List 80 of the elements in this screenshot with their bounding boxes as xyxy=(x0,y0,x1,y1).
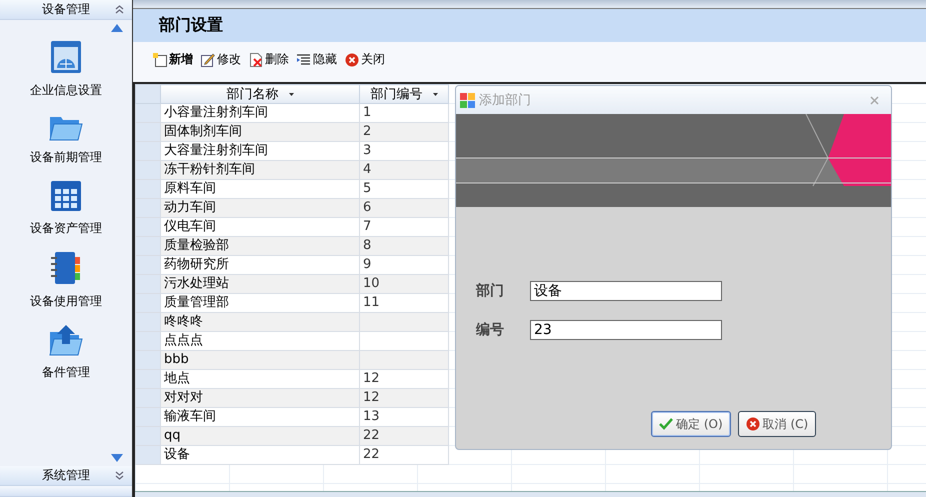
table-cell: 对对对 xyxy=(160,388,360,408)
table-cell: 6 xyxy=(360,198,448,218)
row-selector[interactable] xyxy=(136,408,160,426)
toolbar-button[interactable]: 隐藏 xyxy=(295,51,339,68)
row-selector[interactable] xyxy=(136,370,160,388)
field-label: 部门 xyxy=(476,282,504,300)
row-selector[interactable] xyxy=(136,312,160,332)
sidebar-item-label[interactable]: 备件管理 xyxy=(42,364,90,381)
dialog-button[interactable]: 确定 (O) xyxy=(651,411,731,437)
field-label: 编号 xyxy=(476,321,504,339)
dialog-title: 添加部门 xyxy=(479,92,531,109)
row-selector[interactable] xyxy=(136,104,160,122)
table-cell: 8 xyxy=(360,236,448,256)
sidebar-item-label[interactable]: 设备前期管理 xyxy=(30,149,102,166)
toolbar-button[interactable]: 关闭 xyxy=(343,51,387,68)
table-cell: 12 xyxy=(360,388,448,408)
text-input[interactable]: 设备 xyxy=(530,281,722,301)
row-selector[interactable] xyxy=(136,332,160,350)
chevron-icon xyxy=(115,471,124,480)
column-header[interactable]: 部门名称 xyxy=(160,84,360,104)
row-selector[interactable] xyxy=(136,180,160,198)
row-selector[interactable] xyxy=(136,294,160,312)
table-cell: 22 xyxy=(360,446,448,464)
app-icon xyxy=(460,92,475,108)
list-icon xyxy=(297,52,311,66)
scroll-down-icon[interactable] xyxy=(111,454,123,462)
folder-upload-icon[interactable] xyxy=(49,324,83,356)
toolbar-button[interactable]: 删除 xyxy=(247,51,291,68)
table-cell: 质量检验部 xyxy=(160,236,360,256)
scroll-up-icon[interactable] xyxy=(111,24,123,32)
sidebar-section-header[interactable]: 系统管理 xyxy=(0,466,132,486)
delete-document-icon xyxy=(249,52,263,66)
toolbar-button[interactable]: 新增 xyxy=(151,51,195,68)
row-selector[interactable] xyxy=(136,388,160,408)
text-input[interactable]: 23 xyxy=(530,320,722,340)
toolbar-button[interactable]: 修改 xyxy=(199,51,243,68)
table-icon[interactable] xyxy=(50,180,82,212)
table-cell: 固体制剂车间 xyxy=(160,122,360,142)
table-cell: 污水处理站 xyxy=(160,274,360,294)
checkmark-icon xyxy=(659,418,673,430)
table-cell: 动力车间 xyxy=(160,198,360,218)
select-all-cell[interactable] xyxy=(136,84,160,104)
dialog-button[interactable]: 取消 (C) xyxy=(738,411,816,437)
row-selector[interactable] xyxy=(136,446,160,464)
table-cell: 4 xyxy=(360,160,448,180)
table-cell: qq xyxy=(160,426,360,446)
close-icon[interactable] xyxy=(870,96,879,105)
chevron-icon xyxy=(115,5,124,14)
sidebar-item-label[interactable]: 设备使用管理 xyxy=(30,293,102,310)
row-selector[interactable] xyxy=(136,122,160,142)
sidebar-section-header[interactable] xyxy=(0,486,132,497)
sidebar-section-header[interactable]: 设备管理 xyxy=(0,0,132,20)
row-selector[interactable] xyxy=(136,256,160,274)
column-header[interactable]: 部门编号 xyxy=(360,84,448,104)
table-cell: 冻干粉针剂车间 xyxy=(160,160,360,180)
table-cell: 设备 xyxy=(160,446,360,464)
window-icon[interactable] xyxy=(50,40,82,74)
new-document-icon xyxy=(153,52,167,66)
row-selector[interactable] xyxy=(136,160,160,180)
cancel-icon xyxy=(746,417,760,431)
table-cell: 2 xyxy=(360,122,448,142)
dropdown-icon[interactable] xyxy=(288,92,294,96)
row-selector[interactable] xyxy=(136,198,160,218)
row-selector[interactable] xyxy=(136,142,160,160)
table-cell: 10 xyxy=(360,274,448,294)
row-selector[interactable] xyxy=(136,350,160,370)
row-selector[interactable] xyxy=(136,236,160,256)
dropdown-icon[interactable] xyxy=(432,92,438,96)
sidebar-item-label[interactable]: 企业信息设置 xyxy=(30,82,102,99)
page-title: 部门设置 xyxy=(159,15,223,36)
row-selector[interactable] xyxy=(136,426,160,446)
table-cell: 咚咚咚 xyxy=(160,312,360,332)
row-selector[interactable] xyxy=(136,218,160,236)
sidebar-item-label[interactable]: 设备资产管理 xyxy=(30,220,102,237)
row-selector[interactable] xyxy=(136,274,160,294)
binder-icon[interactable] xyxy=(50,251,82,285)
edit-icon xyxy=(201,52,215,66)
table-cell: bbb xyxy=(160,350,360,370)
table-cell: 22 xyxy=(360,426,448,446)
close-icon xyxy=(345,52,359,66)
